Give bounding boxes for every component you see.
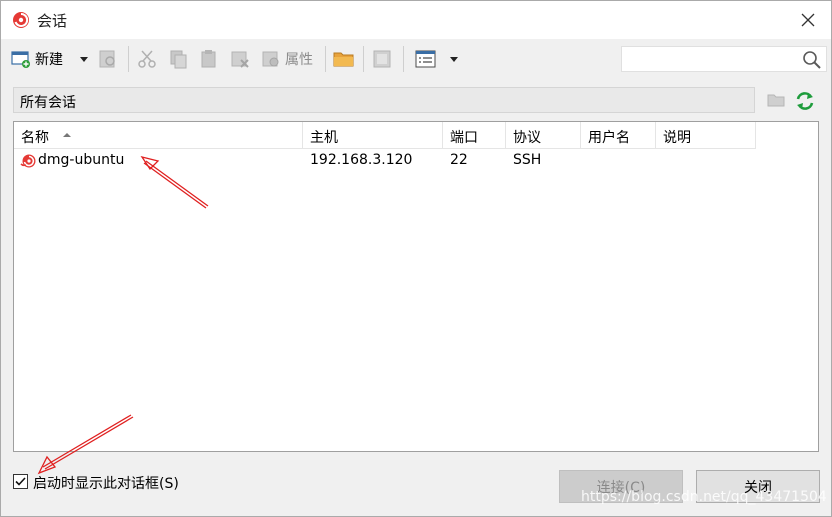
session-list[interactable]: 名称 主机 端口 协议 用户名 说明 dmg-ubuntu 192.168.3.… (13, 121, 819, 452)
new-session-icon (11, 51, 30, 68)
import-button[interactable] (372, 48, 392, 70)
column-header-name[interactable]: 名称 (14, 122, 303, 149)
new-session-button[interactable]: 新建 (11, 48, 63, 70)
properties-button[interactable]: 属性 (261, 48, 313, 70)
sort-ascending-icon (63, 133, 71, 137)
column-header-protocol[interactable]: 协议 (506, 122, 581, 149)
window-title: 会话 (37, 12, 68, 30)
view-button[interactable] (415, 48, 437, 70)
close-window-button[interactable] (785, 1, 831, 39)
column-header-label: 主机 (310, 130, 338, 146)
column-header-label: 端口 (450, 130, 478, 146)
close-button[interactable]: 关闭 (696, 470, 820, 503)
copy-button[interactable] (168, 48, 188, 70)
column-header-label: 用户名 (588, 130, 630, 146)
session-protocol: SSH (513, 152, 542, 168)
list-view-icon (415, 50, 436, 68)
show-on-start-label[interactable]: 启动时显示此对话框(S) (33, 473, 179, 493)
dropdown-arrow-icon (80, 57, 88, 62)
title-bar: 会话 (1, 1, 831, 39)
new-session-label: 新建 (35, 52, 63, 68)
column-header-description[interactable]: 说明 (656, 122, 756, 149)
paste-button[interactable] (199, 48, 219, 70)
column-header-label: 名称 (21, 130, 49, 146)
connect-button-label: 连接(C) (596, 479, 646, 496)
document-icon (373, 50, 391, 68)
find-icon (99, 50, 115, 68)
dialog-footer: 启动时显示此对话框(S) 连接(C) 关闭 (1, 461, 831, 517)
column-header-label: 说明 (663, 130, 691, 146)
session-name: dmg-ubuntu (38, 152, 125, 168)
refresh-icon[interactable] (794, 90, 816, 112)
ssh-session-icon (20, 154, 36, 168)
toolbar-separator (128, 46, 129, 72)
folder-icon (333, 52, 354, 67)
session-host: 192.168.3.120 (310, 152, 413, 168)
folder-path-label: 所有会话 (20, 95, 76, 111)
show-on-start-checkbox[interactable] (13, 474, 28, 489)
paste-icon (201, 50, 216, 68)
session-port: 22 (450, 152, 468, 168)
folder-up-icon[interactable] (766, 90, 786, 110)
list-header: 名称 主机 端口 协议 用户名 说明 (14, 122, 756, 149)
checkmark-icon (15, 477, 26, 486)
delete-icon (231, 51, 249, 68)
snail-app-icon (13, 12, 29, 28)
delete-button[interactable] (230, 48, 250, 70)
new-session-dropdown[interactable] (79, 48, 89, 70)
folder-path-bar[interactable]: 所有会话 (13, 87, 755, 113)
copy-icon (170, 50, 187, 69)
sessions-dialog: 会话 新建 属性 所有会话 名称 主机 端口 协议 用户名 说明 dmg-ubu… (0, 0, 832, 517)
new-folder-button[interactable] (333, 48, 355, 70)
close-button-label: 关闭 (744, 479, 772, 496)
dropdown-arrow-icon (450, 57, 458, 62)
search-input[interactable] (626, 48, 796, 70)
properties-label: 属性 (285, 52, 313, 68)
column-header-port[interactable]: 端口 (443, 122, 506, 149)
cut-icon (138, 50, 156, 68)
toolbar-separator (325, 46, 326, 72)
close-icon (801, 13, 815, 27)
column-header-label: 协议 (513, 130, 541, 146)
search-icon[interactable] (802, 50, 822, 70)
connect-button[interactable]: 连接(C) (559, 470, 683, 503)
toolbar-separator (363, 46, 364, 72)
column-header-username[interactable]: 用户名 (581, 122, 656, 149)
find-button[interactable] (98, 48, 118, 70)
properties-icon (262, 51, 279, 67)
toolbar-separator (403, 46, 404, 72)
search-input-box[interactable] (621, 46, 827, 72)
table-row[interactable]: dmg-ubuntu 192.168.3.120 22 SSH (14, 150, 756, 172)
cut-button[interactable] (137, 48, 157, 70)
column-header-host[interactable]: 主机 (303, 122, 443, 149)
view-dropdown[interactable] (449, 48, 459, 70)
